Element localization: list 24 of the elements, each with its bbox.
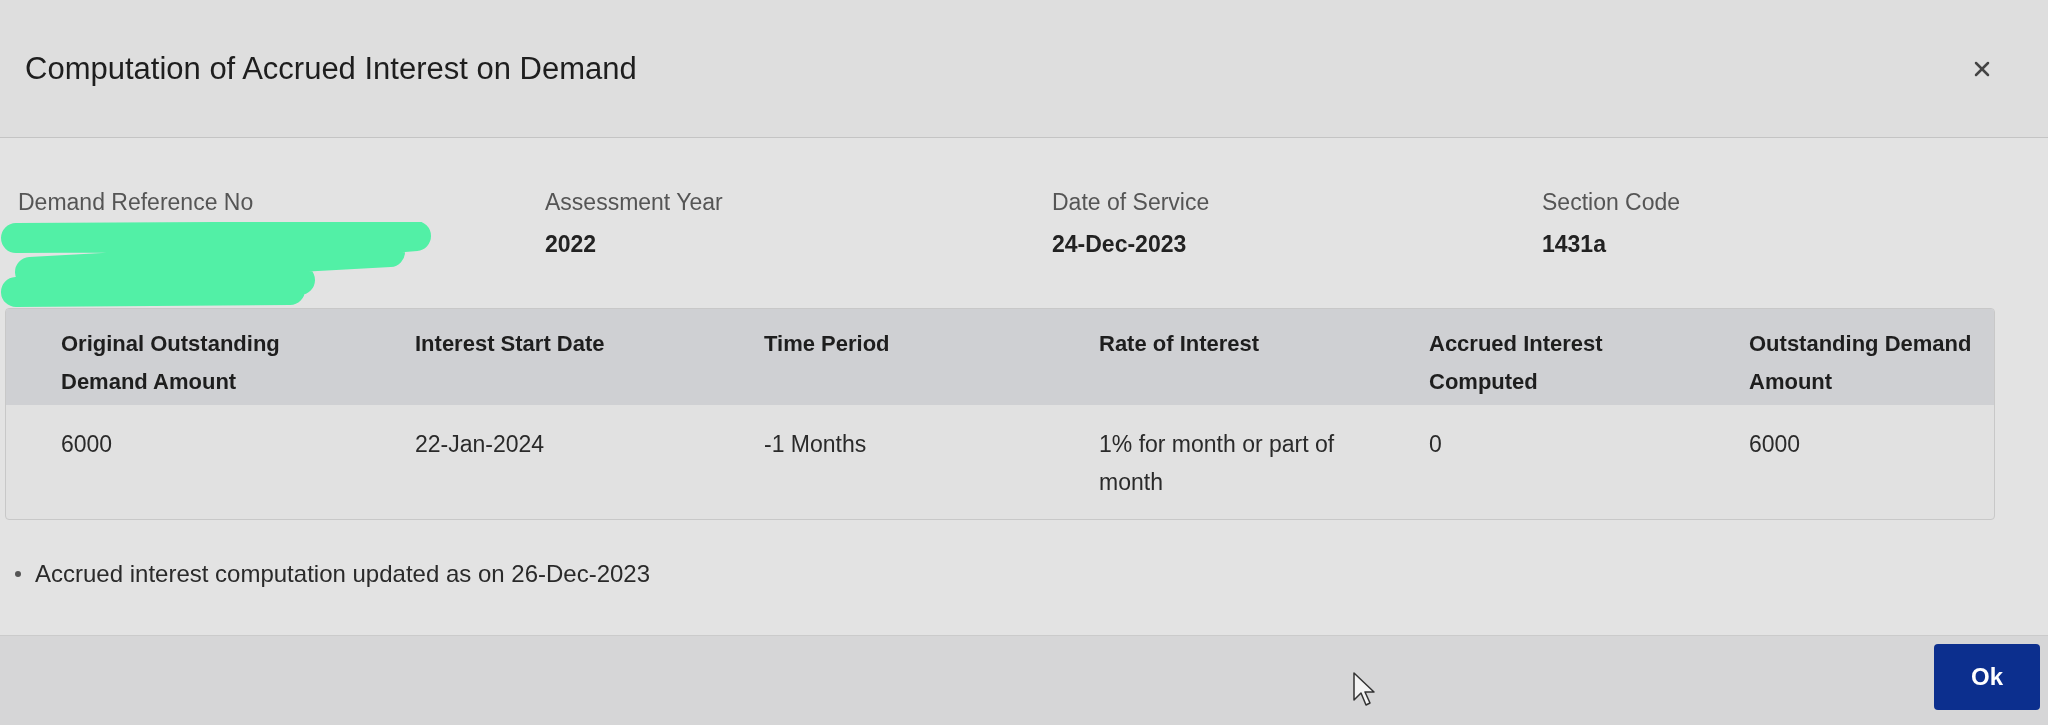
field-value: 2022 — [545, 230, 597, 258]
column-header: Accrued Interest Computed — [1429, 330, 1604, 396]
column-header: Original Outstanding Demand Amount — [61, 330, 281, 396]
field-label: Section Code — [1542, 188, 1681, 216]
column-header: Interest Start Date — [415, 330, 605, 358]
column-header: Outstanding Demand Amount — [1749, 330, 1973, 396]
bullet-icon — [15, 571, 21, 577]
field-label: Date of Service — [1052, 188, 1210, 216]
field-value: 1431a — [1542, 230, 1606, 258]
field-label: Assessment Year — [545, 188, 723, 216]
column-header: Time Period — [764, 330, 890, 358]
ok-button[interactable]: Ok — [1934, 644, 2040, 710]
mouse-cursor-icon — [1353, 672, 1375, 706]
table-cell-text: -1 Months — [764, 430, 867, 459]
field-value: 24-Dec-2023 — [1052, 230, 1187, 258]
dialog-title: Computation of Accrued Interest on Demand — [25, 49, 637, 88]
note-text: Accrued interest computation updated as on 26-Dec-2023 — [35, 559, 651, 589]
table-cell-text: 1% for month or part of month — [1099, 430, 1336, 497]
table-cell-text: 22-Jan-2024 — [415, 430, 545, 459]
column-header: Rate of Interest — [1099, 330, 1260, 358]
field-label: Demand Reference No — [18, 188, 254, 216]
table-cell-text: 0 — [1429, 430, 1442, 459]
table-cell-text: 6000 — [61, 430, 113, 459]
table-cell-text: 6000 — [1749, 430, 1801, 459]
